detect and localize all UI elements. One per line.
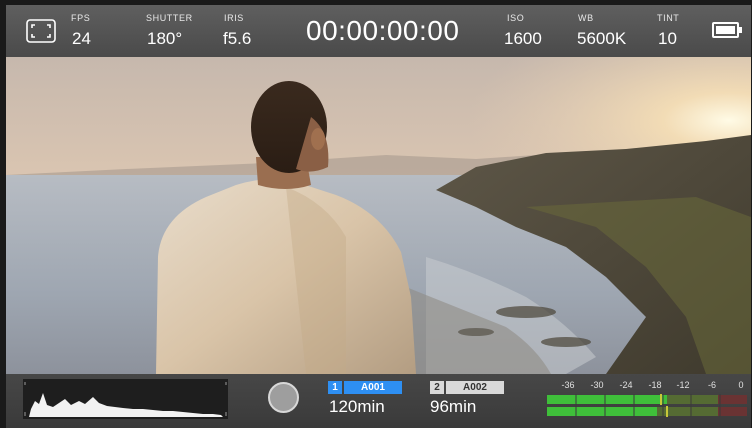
audio-channel-2-peak [666, 406, 668, 417]
audio-meter-scale: -36 -30 -24 -18 -12 -6 0 [542, 380, 749, 392]
record-button[interactable] [268, 382, 299, 413]
iso-value: 1600 [504, 29, 542, 48]
meter-scale-tick: -30 [590, 380, 604, 390]
audio-channel-1-peak [660, 394, 662, 405]
slot-2-clip-name: A002 [446, 381, 504, 394]
histogram-display[interactable] [23, 379, 228, 419]
camera-monitor-screen: FPS 24 SHUTTER 180° IRIS f5.6 00:00:00:0… [0, 0, 752, 428]
fps-value: 24 [72, 29, 91, 48]
slot-1-number: 1 [328, 381, 342, 394]
audio-channel-1-level [547, 395, 667, 404]
timecode-display[interactable]: 00:00:00:00 [306, 15, 459, 47]
audio-meter-bars [547, 394, 747, 417]
iris-value: f5.6 [223, 29, 252, 48]
iris-label: IRIS [224, 13, 244, 23]
meter-scale-tick: -36 [561, 380, 575, 390]
shutter-label: SHUTTER [146, 13, 193, 23]
meter-scale-tick: -6 [707, 380, 717, 390]
audio-channel-2-level [547, 407, 657, 416]
meter-scale-tick: -18 [648, 380, 662, 390]
tint-value: 10 [658, 29, 677, 48]
battery-icon[interactable] [712, 22, 742, 38]
shutter-value: 180° [147, 29, 183, 48]
card-slot-2[interactable]: 2 A002 96min [430, 381, 510, 425]
live-camera-view [6, 57, 751, 374]
audio-meters[interactable]: -36 -30 -24 -18 -12 -6 0 [542, 376, 749, 426]
wb-label: WB [578, 13, 594, 23]
frame-guides-icon[interactable] [26, 19, 56, 43]
slot-2-remaining: 96min [430, 397, 477, 416]
tint-label: TINT [657, 13, 680, 23]
meter-scale-tick: -24 [619, 380, 633, 390]
slot-1-clip-name: A001 [344, 381, 402, 394]
bottom-status-bar: 1 A001 120min 2 A002 96min -36 -30 -24 -… [6, 374, 751, 428]
audio-channel-1-headroom-red [718, 395, 747, 404]
top-status-bar: FPS 24 SHUTTER 180° IRIS f5.6 00:00:00:0… [6, 5, 751, 57]
battery-terminal [739, 27, 742, 33]
scene-image [6, 57, 751, 374]
slot-2-number: 2 [430, 381, 444, 394]
battery-level [716, 26, 735, 34]
meter-scale-tick: -12 [676, 380, 690, 390]
audio-channel-1-headroom-yellow [667, 395, 718, 404]
meter-scale-tick: 0 [738, 380, 744, 390]
iso-label: ISO [507, 13, 525, 23]
wb-value: 5600K [577, 29, 627, 48]
slot-1-remaining: 120min [329, 397, 385, 416]
fps-label: FPS [71, 13, 91, 23]
audio-channel-2-headroom-red [718, 407, 747, 416]
card-slot-1[interactable]: 1 A001 120min [328, 381, 408, 425]
